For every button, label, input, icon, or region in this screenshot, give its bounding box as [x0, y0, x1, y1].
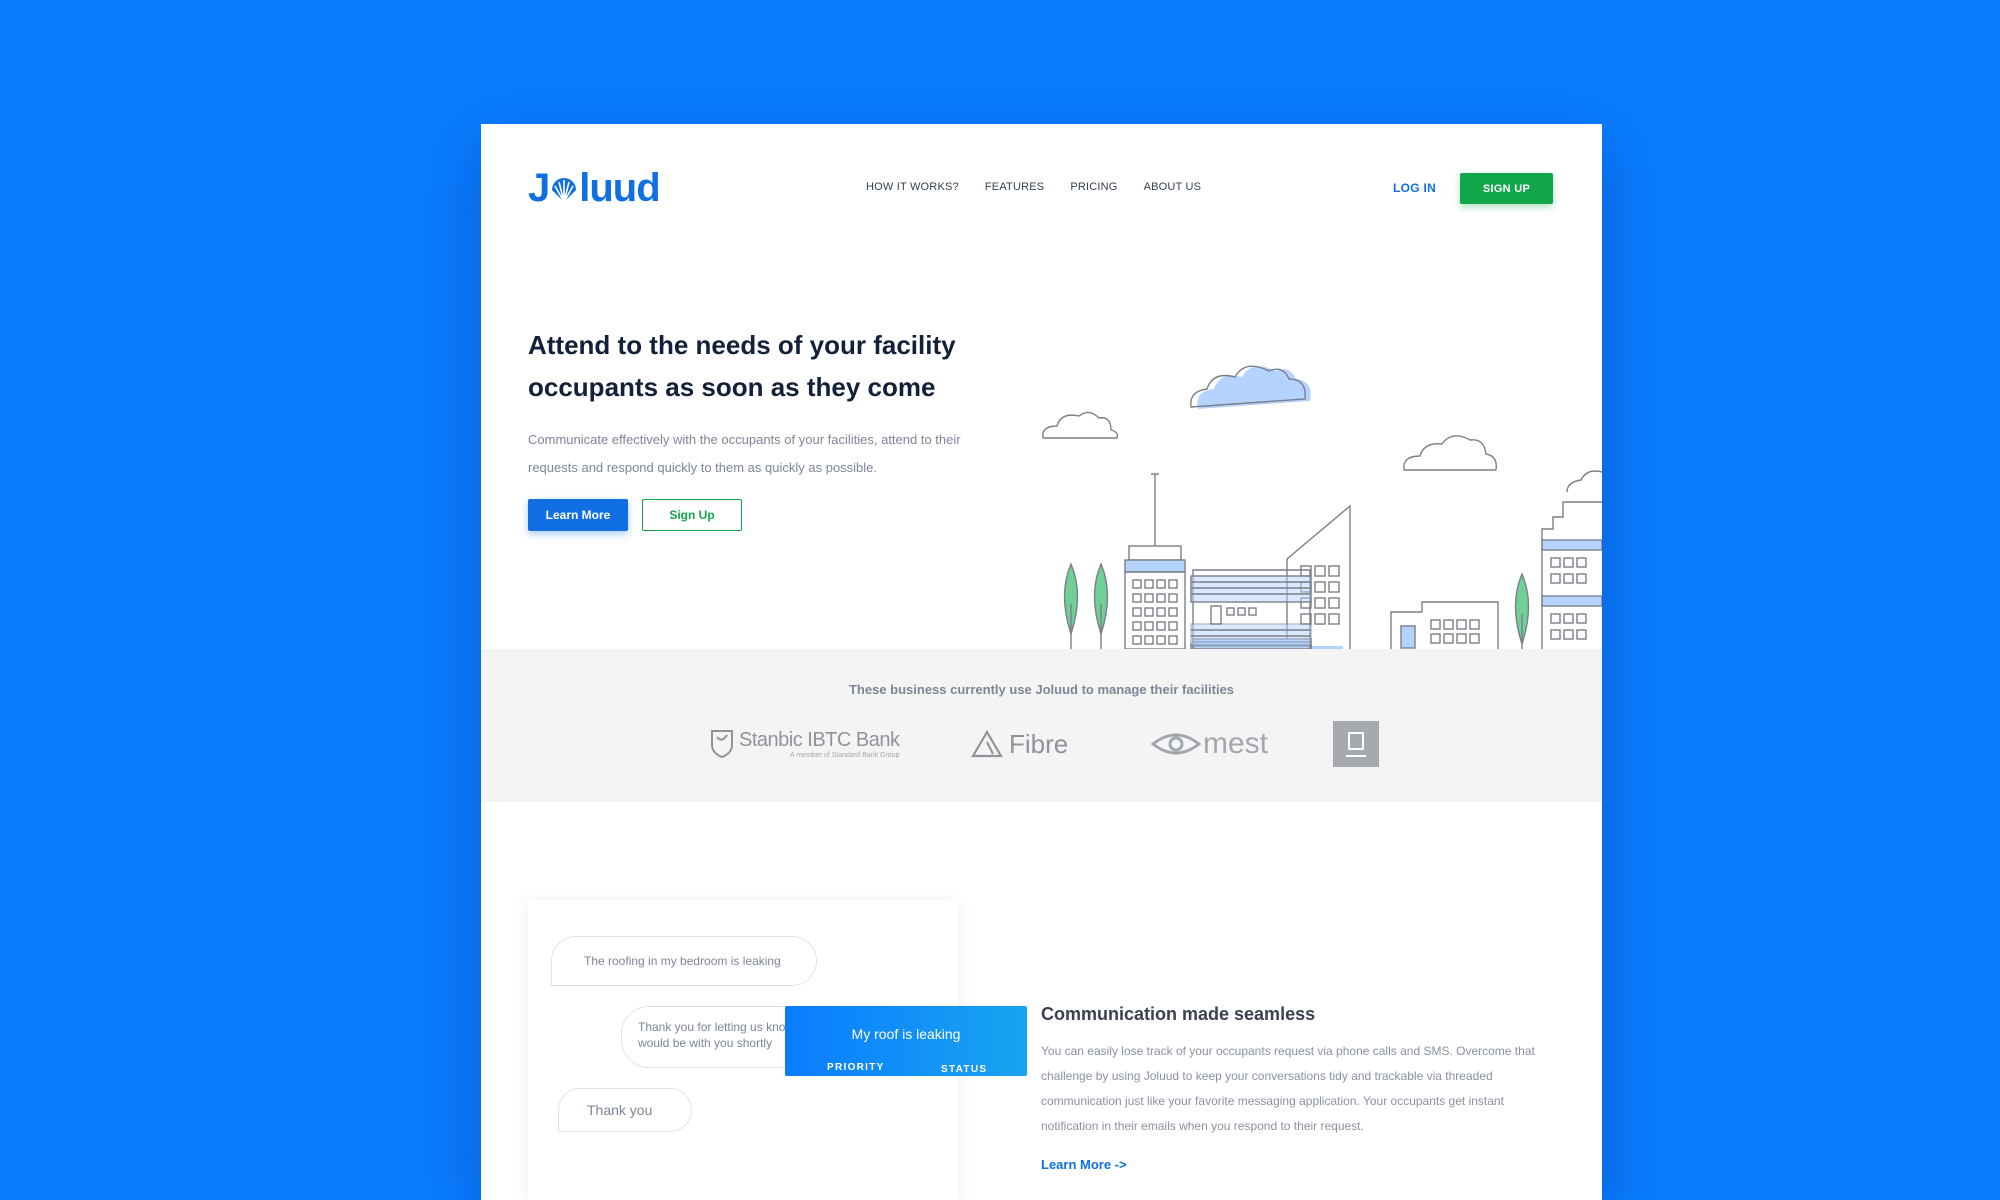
joluud-logo[interactable]: J luud: [528, 166, 661, 210]
hero-subtitle: Communicate effectively with the occupan…: [528, 432, 961, 475]
building-icon: [1390, 601, 1499, 649]
client-logo-square: [1333, 721, 1379, 767]
feature-learn-more-link[interactable]: Learn More ->: [1041, 1157, 1127, 1172]
client-name-mest: mest: [1203, 727, 1269, 760]
building-icon: [1541, 501, 1602, 649]
ticket-status-label: STATUS: [941, 1064, 988, 1075]
cloud-icon: [1403, 435, 1497, 471]
ticket-title: My roof is leaking: [851, 1026, 961, 1042]
chat-message-incoming: Thank you: [558, 1088, 692, 1132]
eye-icon: [1151, 733, 1201, 755]
building-icon: [1124, 473, 1186, 649]
ticket-card: My roof is leaking PRIORITY STATUS: [785, 1006, 1027, 1076]
cloud-icon: [1566, 470, 1602, 493]
nav-features[interactable]: FEATURES: [985, 181, 1044, 193]
city-illustration: [1042, 365, 1602, 649]
ticket-priority-label: PRIORITY: [827, 1062, 885, 1073]
chat-message-incoming: The roofing in my bedroom is leaking: [551, 936, 817, 986]
clients-caption: These business currently use Joluud to m…: [848, 682, 1235, 697]
tree-icon: [1063, 562, 1079, 649]
nav-how-it-works[interactable]: HOW IT WORKS?: [866, 181, 959, 193]
cloud-icon: [1042, 411, 1119, 439]
clients-strip: These business currently use Joluud to m…: [481, 649, 1602, 802]
hero-signup-button[interactable]: Sign Up: [642, 499, 742, 531]
login-link[interactable]: LOG IN: [1393, 181, 1436, 195]
client-logo-mest: mest: [1151, 721, 1268, 767]
feature-body: You can easily lose track of your occupa…: [1041, 1044, 1535, 1133]
learn-more-button[interactable]: Learn More: [528, 499, 628, 531]
building-icon: [1190, 569, 1312, 649]
client-name-stanbic: Stanbic IBTC Bank: [739, 729, 900, 751]
client-logo-fibre: Fibre: [971, 721, 1068, 767]
logo-letters-luud: luud: [579, 166, 660, 210]
building-logo-icon: [1333, 721, 1379, 767]
client-name-fibre: Fibre: [1009, 728, 1069, 759]
client-logo-stanbic: Stanbic IBTC Bank A member of Standard B…: [709, 721, 900, 767]
landing-page: J luud HOW IT WORKS? FEATURES PRICING AB…: [481, 124, 1602, 1200]
main-nav: HOW IT WORKS? FEATURES PRICING ABOUT US: [866, 181, 1227, 193]
client-sub-stanbic: A member of Standard Bank Group: [790, 752, 900, 759]
tree-icon: [1093, 562, 1109, 649]
triangle-icon: [971, 730, 1003, 758]
shield-icon: [711, 730, 733, 759]
tree-icon: [1514, 572, 1530, 649]
hero-title: Attend to the needs of your facility occ…: [528, 330, 956, 402]
cloud-icon: [1190, 365, 1311, 409]
feature-title: Communication made seamless: [1041, 1004, 1316, 1024]
nav-about-us[interactable]: ABOUT US: [1144, 181, 1202, 193]
logo-letter-j: J: [528, 166, 550, 210]
shell-logo-icon: [552, 178, 577, 203]
signup-button[interactable]: SIGN UP: [1460, 173, 1553, 204]
nav-pricing[interactable]: PRICING: [1070, 181, 1117, 193]
